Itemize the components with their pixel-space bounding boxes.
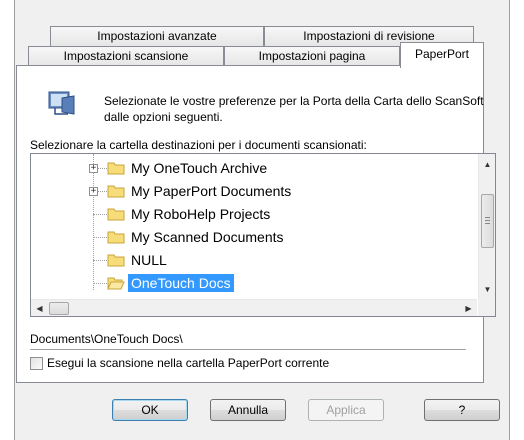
scroll-up-icon[interactable]: ▲ — [479, 156, 495, 173]
tree-connector — [93, 283, 107, 284]
tree-item-label: OneTouch Docs — [128, 274, 234, 292]
folder-icon — [107, 185, 125, 198]
tree-item-my-robohelp-projects[interactable]: My RoboHelp Projects — [107, 203, 273, 225]
scroll-left-icon[interactable]: ◀ — [31, 300, 48, 316]
grip-line — [485, 217, 490, 218]
folder-select-label: Selezionare la cartella destinazioni per… — [30, 138, 367, 152]
tree-item-onetouch-docs[interactable]: OneTouch Docs — [107, 272, 234, 294]
scroll-down-icon[interactable]: ▼ — [479, 281, 495, 298]
scroll-right-icon[interactable]: ▶ — [460, 300, 477, 316]
ok-button[interactable]: OK — [112, 399, 188, 421]
tree-item-label: My RoboHelp Projects — [131, 206, 271, 222]
tree-item-label: My Scanned Documents — [131, 229, 284, 245]
scrollbar-corner — [478, 299, 495, 316]
tree-connector — [93, 237, 107, 238]
grip-line — [485, 223, 490, 224]
checkbox-label: Esegui la scansione nella cartella Paper… — [47, 356, 330, 370]
tab-impostazioni-avanzate[interactable]: Impostazioni avanzate — [50, 26, 264, 46]
tree-item-label: My PaperPort Documents — [131, 183, 292, 199]
apply-button[interactable]: Applica — [308, 399, 384, 421]
description-text: Selezionate le vostre preferenze per la … — [104, 94, 484, 124]
tree-connector — [93, 214, 107, 215]
vertical-scrollbar[interactable]: ▲ ▼ — [478, 154, 495, 300]
selected-path: Documents\OneTouch Docs\ — [30, 332, 466, 350]
folder-icon — [107, 208, 125, 221]
tree-connector — [93, 260, 107, 261]
tree-item-my-paperport-documents[interactable]: My PaperPort Documents — [107, 180, 294, 202]
cancel-button[interactable]: Annulla — [210, 399, 286, 421]
horizontal-scrollbar[interactable]: ◀ ▶ — [31, 299, 477, 316]
tree-item-label: My OneTouch Archive — [131, 160, 268, 176]
tree-item-null[interactable]: NULL — [107, 249, 170, 271]
folder-icon — [107, 231, 125, 244]
grip-line — [485, 220, 490, 221]
expand-plus-icon[interactable]: + — [89, 187, 98, 196]
scan-current-folder-checkbox[interactable] — [30, 356, 43, 370]
tab-impostazioni-pagina[interactable]: Impostazioni pagina — [224, 46, 400, 66]
horizontal-scroll-thumb[interactable] — [49, 302, 69, 315]
tree-item-label: NULL — [131, 252, 167, 268]
vertical-scroll-thumb[interactable] — [481, 194, 494, 248]
open-folder-icon — [107, 277, 125, 290]
tree-item-my-scanned-documents[interactable]: My Scanned Documents — [107, 226, 287, 248]
folder-tree[interactable]: + + My OneTouch Archive My PaperPort Doc… — [30, 153, 496, 317]
expand-plus-icon[interactable]: + — [89, 164, 98, 173]
tree-connector — [93, 154, 94, 290]
folder-tree-body: + + My OneTouch Archive My PaperPort Doc… — [31, 154, 477, 300]
scan-current-folder-option[interactable]: Esegui la scansione nella cartella Paper… — [30, 356, 329, 370]
help-button[interactable]: ? — [424, 399, 500, 421]
folder-icon — [107, 254, 125, 267]
tab-impostazioni-scansione[interactable]: Impostazioni scansione — [28, 46, 224, 66]
tab-paperport[interactable]: PaperPort — [400, 42, 484, 68]
paperport-icon — [48, 91, 75, 115]
folder-icon — [107, 162, 125, 175]
tree-item-my-onetouch-archive[interactable]: My OneTouch Archive — [107, 157, 270, 179]
